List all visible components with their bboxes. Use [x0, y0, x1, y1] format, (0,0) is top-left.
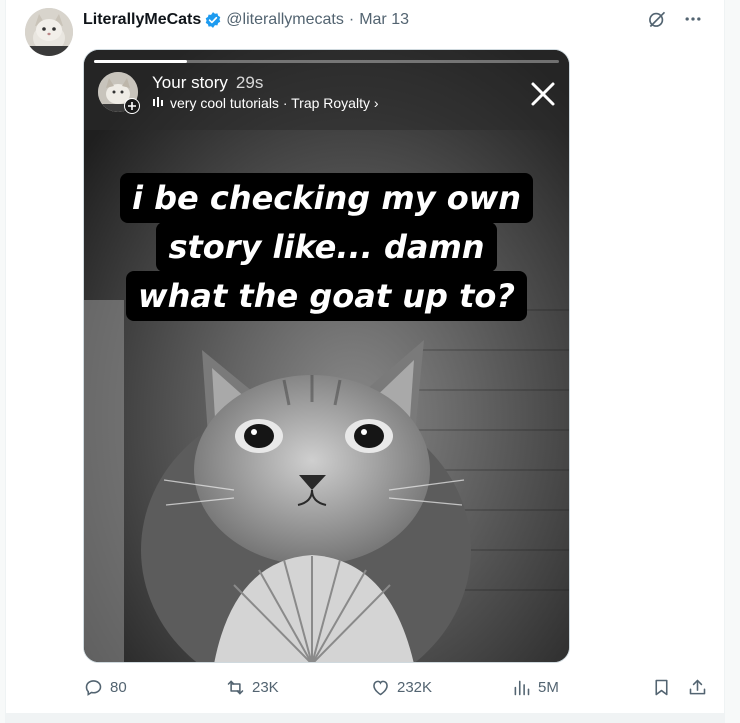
tweet-header: LiterallyMeCats @literallymecats · Mar 1…	[83, 9, 409, 31]
story-music-label: very cool tutorials · Trap Royalty ›	[170, 95, 379, 111]
story-progress-bar	[94, 60, 559, 63]
like-icon	[373, 680, 388, 696]
views-button[interactable]: 5M	[511, 677, 559, 698]
repost-button[interactable]: 23K	[225, 677, 279, 698]
music-bars-icon	[152, 95, 164, 111]
separator-dot: ·	[348, 11, 355, 28]
story-title: Your story 29s	[152, 73, 263, 93]
tweet-top-actions	[646, 8, 704, 30]
caption-line-3: what the goat up to?	[126, 271, 527, 321]
like-count: 232K	[397, 679, 433, 696]
story-time: 29s	[235, 73, 264, 92]
bookmark-icon	[655, 679, 668, 696]
like-button[interactable]: 232K	[370, 677, 432, 698]
story-title-text: Your story	[152, 73, 228, 92]
caption-line-1: i be checking my own	[119, 173, 534, 223]
story-caption: i be checking my own story like... damn …	[84, 173, 569, 321]
cat-photo	[84, 50, 569, 662]
tweet-actions: 80 23K 232K 5M	[83, 677, 706, 701]
display-name[interactable]: LiterallyMeCats	[83, 11, 201, 29]
reply-button[interactable]: 80	[83, 677, 127, 698]
caption-line-2: story like... damn	[156, 222, 497, 272]
more-icon[interactable]	[682, 8, 704, 30]
view-count: 5M	[538, 679, 559, 696]
add-story-icon[interactable]	[124, 98, 140, 114]
verified-badge-icon	[204, 11, 222, 29]
handle[interactable]: @literallymecats	[226, 11, 344, 29]
share-icon	[689, 679, 706, 695]
share-button[interactable]	[687, 677, 708, 698]
reply-count: 80	[110, 679, 127, 696]
story-music[interactable]: very cool tutorials · Trap Royalty ›	[152, 95, 379, 111]
tweet-date[interactable]: Mar 13	[359, 11, 409, 29]
reply-icon	[85, 680, 102, 696]
grok-icon[interactable]	[646, 8, 668, 30]
close-icon[interactable]	[529, 80, 557, 108]
views-icon	[514, 680, 530, 696]
repost-icon	[227, 680, 244, 695]
story-progress-fill	[94, 60, 187, 63]
bookmark-button[interactable]	[651, 677, 672, 698]
repost-count: 23K	[252, 679, 279, 696]
avatar[interactable]	[25, 8, 73, 56]
tweet-card[interactable]: LiterallyMeCats @literallymecats · Mar 1…	[5, 0, 725, 723]
tweet-media[interactable]: Your story 29s very cool tutorials · Trap…	[83, 49, 570, 663]
divider	[6, 713, 724, 723]
